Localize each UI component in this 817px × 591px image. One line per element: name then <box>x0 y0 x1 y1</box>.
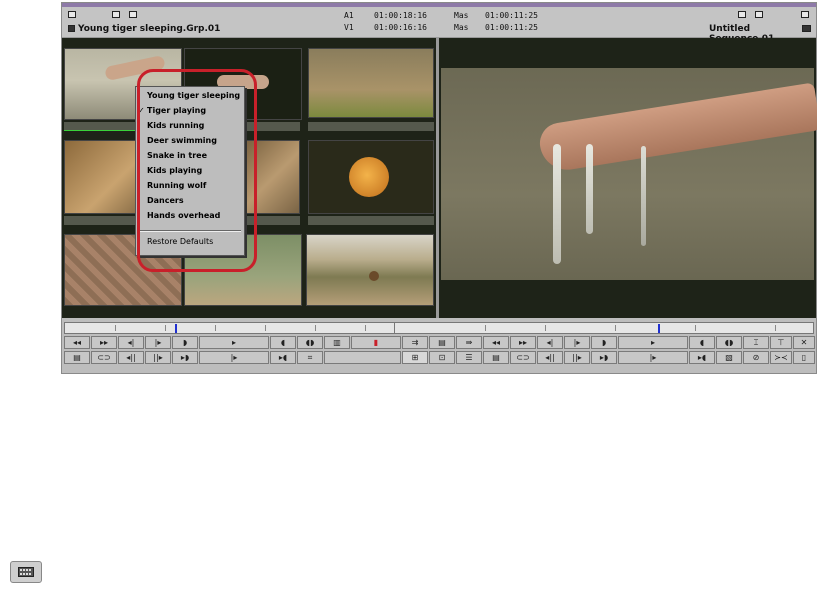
next-edit-button[interactable]: ||▸ <box>145 351 171 364</box>
go-to-out-button[interactable]: ▸◗ <box>172 351 198 364</box>
source-title[interactable]: Young tiger sleeping.Grp.01 <box>78 24 220 34</box>
clip-label-strip <box>308 122 434 131</box>
record-position-bar[interactable] <box>394 322 814 334</box>
highlight-ring <box>137 69 257 272</box>
record-rewind-button[interactable]: ◂◂ <box>483 336 509 349</box>
blank-button[interactable] <box>324 351 401 364</box>
record-clip-info-button[interactable]: ▤ <box>483 351 509 364</box>
monitor-header: Young tiger sleeping.Grp.01 A1 V1 01:00:… <box>62 7 816 44</box>
source-timecode-1: 01:00:18:16 <box>374 11 427 20</box>
record-link-button[interactable]: ⊂⊃ <box>510 351 536 364</box>
link-button[interactable]: ⊂⊃ <box>91 351 117 364</box>
record-next-edit-button[interactable]: ||▸ <box>564 351 590 364</box>
film-icon <box>18 567 34 577</box>
audio-mixer-button[interactable]: ☰ <box>456 351 482 364</box>
record-timecode-1: 01:00:11:25 <box>485 11 538 20</box>
lift-button[interactable]: ▤ <box>429 336 455 349</box>
no-entry-button[interactable]: ⊘ <box>743 351 769 364</box>
film-strip-icon[interactable] <box>802 25 811 32</box>
replace-button[interactable]: ⌗ <box>297 351 323 364</box>
clip-sun[interactable] <box>308 140 434 214</box>
record-step-back-button[interactable]: ◂| <box>537 336 563 349</box>
effect-button[interactable]: ▧ <box>716 351 742 364</box>
record-mark-out-button[interactable]: ◗ <box>591 336 617 349</box>
clipboard-button[interactable]: ▯ <box>793 351 815 364</box>
collapse-button[interactable]: ≻≺ <box>770 351 792 364</box>
track-icon[interactable] <box>129 11 137 18</box>
cut-button[interactable]: ✕ <box>793 336 815 349</box>
record-go-to-out-button[interactable]: ▸◗ <box>591 351 617 364</box>
step-forward-button[interactable]: |▸ <box>145 336 171 349</box>
match-frame-button[interactable]: ▸◖ <box>270 351 296 364</box>
track-label-v1[interactable]: V1 <box>344 23 354 32</box>
splice-button[interactable]: ⇉ <box>402 336 428 349</box>
composer-window: Young tiger sleeping.Grp.01 A1 V1 01:00:… <box>61 2 817 374</box>
clip-label-strip <box>308 216 434 225</box>
overwrite-button[interactable]: ⇛ <box>456 336 482 349</box>
toolbar-row-1: ◂◂ ▸▸ ◂| |▸ ◗ ▸ ◖ ◖◗ ▥ ▮ ⇉ ▤ ⇛ ◂◂ ▸▸ ◂| … <box>64 336 816 350</box>
fast-forward-button[interactable]: ▸▸ <box>91 336 117 349</box>
record-timecode-2: 01:00:11:25 <box>485 23 538 32</box>
mode-label-2[interactable]: Mas <box>454 23 468 32</box>
record-play-to-out-button[interactable]: |▸ <box>618 351 688 364</box>
record-menu-icon[interactable] <box>738 11 746 18</box>
film-icon-button[interactable] <box>10 561 42 583</box>
toolbar-row-2: ▤ ⊂⊃ ◂|| ||▸ ▸◗ |▸ ▸◖ ⌗ ⊞ ⊡ ☰ ▤ ⊂⊃ ◂|| |… <box>64 351 816 365</box>
position-indicator[interactable] <box>658 324 660 333</box>
rewind-button[interactable]: ◂◂ <box>64 336 90 349</box>
extract-button[interactable]: ⊤ <box>770 336 792 349</box>
source-position-bar[interactable] <box>64 322 436 334</box>
clip-deer-swimming[interactable] <box>306 234 434 306</box>
record-mark-in-button[interactable]: ◖ <box>689 336 715 349</box>
quad-split-button[interactable]: ⊡ <box>429 351 455 364</box>
menu-icon[interactable] <box>68 11 76 18</box>
clip-running-wolf[interactable] <box>308 48 434 118</box>
step-back-button[interactable]: ◂| <box>118 336 144 349</box>
multicam-button[interactable]: ⊞ <box>402 351 428 364</box>
record-step-forward-button[interactable]: |▸ <box>564 336 590 349</box>
trim-button[interactable]: ⌶ <box>743 336 769 349</box>
record-mark-clip-button[interactable]: ◖◗ <box>716 336 742 349</box>
play-button[interactable]: ▸ <box>199 336 269 349</box>
record-monitor <box>439 38 817 318</box>
record-button[interactable]: ▮ <box>351 336 401 349</box>
record-track-icon[interactable] <box>801 11 809 18</box>
clip-info-button[interactable]: ▤ <box>64 351 90 364</box>
split-button[interactable]: ▥ <box>324 336 350 349</box>
record-link-icon[interactable] <box>755 11 763 18</box>
link-icon[interactable] <box>112 11 120 18</box>
prev-edit-button[interactable]: ◂|| <box>118 351 144 364</box>
mark-out-button[interactable]: ◗ <box>172 336 198 349</box>
track-label-a1[interactable]: A1 <box>344 11 354 20</box>
record-play-button[interactable]: ▸ <box>618 336 688 349</box>
record-frame-image <box>441 68 817 280</box>
position-indicator[interactable] <box>175 324 177 333</box>
mark-in-button[interactable]: ◖ <box>270 336 296 349</box>
mark-clip-button[interactable]: ◖◗ <box>297 336 323 349</box>
grid-icon[interactable] <box>68 25 75 32</box>
record-fast-forward-button[interactable]: ▸▸ <box>510 336 536 349</box>
record-prev-edit-button[interactable]: ◂|| <box>537 351 563 364</box>
record-match-frame-button[interactable]: ▸◖ <box>689 351 715 364</box>
mode-label-1[interactable]: Mas <box>454 11 468 20</box>
play-to-out-button[interactable]: |▸ <box>199 351 269 364</box>
source-timecode-2: 01:00:16:16 <box>374 23 427 32</box>
